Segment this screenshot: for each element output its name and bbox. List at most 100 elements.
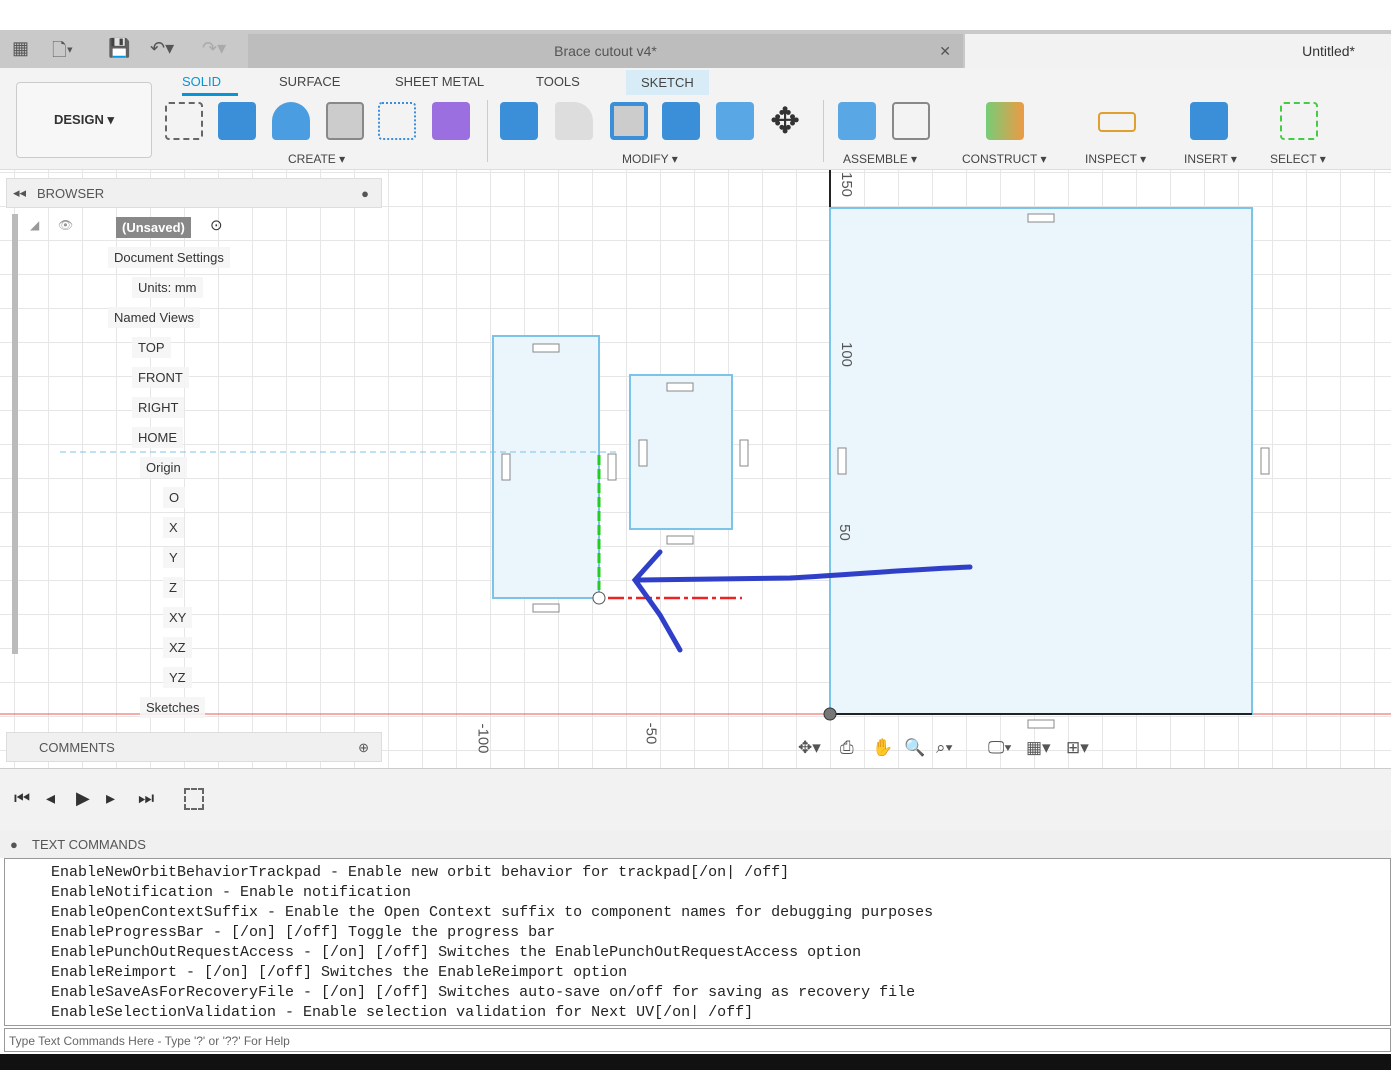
apps-grid-icon[interactable]: ▦ — [12, 38, 29, 59]
text-commands-output: EnableNewOrbitBehaviorTrackpad - Enable … — [4, 858, 1391, 1026]
add-comment-icon[interactable]: ⊕ — [358, 740, 369, 756]
browser-item-front[interactable]: FRONT — [132, 367, 189, 388]
insert-menu[interactable]: INSERT ▾ — [1184, 152, 1237, 166]
tab-surface[interactable]: SURFACE — [279, 74, 340, 89]
combine-icon[interactable] — [662, 102, 700, 140]
timeline — [0, 768, 1391, 830]
create-sketch-icon[interactable] — [165, 102, 203, 140]
browser-item-z[interactable]: Z — [163, 577, 183, 598]
workspace-dropdown[interactable]: DESIGN ▾ — [16, 82, 152, 158]
extrude-icon[interactable] — [218, 102, 256, 140]
browser-root[interactable]: (Unsaved) — [116, 217, 191, 238]
assemble-menu[interactable]: ASSEMBLE ▾ — [843, 152, 917, 166]
browser-item-x[interactable]: X — [163, 517, 184, 538]
grid-settings-icon[interactable]: ▦▾ — [1026, 738, 1051, 758]
divider — [823, 100, 824, 162]
tab-sheet-metal[interactable]: SHEET METAL — [395, 74, 484, 89]
go-to-start-icon[interactable]: ⏮ — [14, 788, 30, 809]
hole-icon[interactable] — [326, 102, 364, 140]
play-icon[interactable]: ▶ — [76, 788, 90, 809]
shell-icon[interactable] — [610, 102, 648, 140]
fillet-icon[interactable] — [555, 102, 593, 140]
pan-icon[interactable]: ✋ — [872, 738, 893, 758]
create-form-icon[interactable] — [432, 102, 470, 140]
zoom-icon[interactable]: 🔍 — [904, 738, 925, 758]
large-sketch-rect — [829, 207, 1253, 715]
pin-icon[interactable]: ● — [361, 186, 369, 201]
sketch-point — [592, 591, 606, 605]
activate-icon[interactable]: ⊙ — [210, 216, 223, 234]
look-at-icon[interactable]: ⎙ — [840, 738, 854, 758]
document-tab[interactable]: Brace cutout v4* ✕ — [248, 34, 963, 68]
move-icon[interactable]: ✥ — [770, 100, 800, 142]
browser-item-document-settings[interactable]: Document Settings — [108, 247, 230, 268]
browser-scrollbar[interactable] — [12, 214, 18, 654]
offset-face-icon[interactable] — [716, 102, 754, 140]
revolve-icon[interactable] — [272, 102, 310, 140]
browser-item-named-views[interactable]: Named Views — [108, 307, 200, 328]
browser-item-top[interactable]: TOP — [132, 337, 171, 358]
create-menu[interactable]: CREATE ▾ — [288, 152, 345, 166]
browser-item-y[interactable]: Y — [163, 547, 184, 568]
close-icon[interactable]: ✕ — [939, 43, 951, 60]
go-to-end-icon[interactable]: ⏭ — [138, 788, 154, 809]
browser-item-right[interactable]: RIGHT — [132, 397, 185, 418]
redo-icon[interactable]: ↷▾ — [202, 38, 226, 59]
comments-title: COMMENTS — [39, 740, 115, 755]
collapse-icon[interactable]: ● — [10, 837, 18, 852]
output-line: EnableReimport - [/on] [/off] Switches t… — [51, 964, 628, 981]
collapse-icon[interactable]: ◂◂ — [13, 185, 26, 201]
tab-solid[interactable]: SOLID — [182, 74, 238, 96]
browser-item-origin[interactable]: Origin — [140, 457, 187, 478]
select-icon[interactable] — [1280, 102, 1318, 140]
browser-item-home[interactable]: HOME — [132, 427, 183, 448]
file-menu-icon[interactable]: 🗋▾ — [52, 38, 73, 68]
undo-icon[interactable]: ↶▾ — [150, 38, 174, 59]
offset-plane-icon[interactable] — [986, 102, 1024, 140]
output-line: EnableProgressBar - [/on] [/off] Toggle … — [51, 924, 556, 941]
select-menu[interactable]: SELECT ▾ — [1270, 152, 1326, 166]
output-line: EnablePunchOutRequestAccess - [/on] [/of… — [51, 944, 862, 961]
output-line: EnableNotification - Enable notification — [51, 884, 412, 901]
timeline-sketch-feature-icon[interactable] — [184, 788, 204, 810]
output-line: EnableNewOrbitBehaviorTrackpad - Enable … — [51, 864, 790, 881]
text-command-input[interactable]: Type Text Commands Here - Type '?' or '?… — [4, 1028, 1391, 1052]
divider — [487, 100, 488, 162]
output-line: EnableSelectionValidation - Enable selec… — [51, 1004, 754, 1021]
display-settings-icon[interactable]: 🖵▾ — [988, 738, 1012, 758]
browser-item-xz[interactable]: XZ — [163, 637, 192, 658]
browser-item-xy[interactable]: XY — [163, 607, 193, 628]
eye-icon[interactable]: 👁 — [58, 218, 73, 232]
text-commands-title: TEXT COMMANDS — [32, 837, 146, 852]
axis-label-50: 50 — [835, 524, 853, 541]
pattern-icon[interactable] — [378, 102, 416, 140]
construct-menu[interactable]: CONSTRUCT ▾ — [962, 152, 1046, 166]
expand-icon[interactable]: ◢ — [30, 218, 39, 232]
viewports-icon[interactable]: ⊞▾ — [1066, 738, 1089, 758]
tab-sketch[interactable]: SKETCH — [626, 70, 709, 95]
modify-menu[interactable]: MODIFY ▾ — [622, 152, 678, 166]
text-commands-header[interactable]: ● TEXT COMMANDS — [0, 830, 1391, 858]
insert-image-icon[interactable] — [1190, 102, 1228, 140]
press-pull-icon[interactable] — [500, 102, 538, 140]
taskbar-strip — [0, 1054, 1391, 1070]
output-line: EnableSaveAsForRecoveryFile - [/on] [/of… — [51, 984, 916, 1001]
tab-tools[interactable]: TOOLS — [536, 74, 580, 89]
comments-panel[interactable]: COMMENTS ⊕ — [6, 732, 382, 762]
joint-icon[interactable] — [892, 102, 930, 140]
save-icon[interactable]: 💾 — [108, 38, 130, 59]
step-forward-icon[interactable]: ▸ — [106, 788, 115, 809]
browser-item-sketches[interactable]: Sketches — [140, 697, 206, 718]
browser-panel-header[interactable]: ◂◂ BROWSER ● — [6, 178, 382, 208]
fit-icon[interactable]: ⌕▾ — [936, 738, 953, 758]
orbit-icon[interactable]: ✥▾ — [798, 738, 821, 758]
browser-item-units[interactable]: Units: mm — [132, 277, 203, 298]
untitled-tab[interactable]: Untitled* — [965, 34, 1391, 68]
step-back-icon[interactable]: ◂ — [46, 788, 55, 809]
new-component-icon[interactable] — [838, 102, 876, 140]
browser-item-yz[interactable]: YZ — [163, 667, 192, 688]
inspect-menu[interactable]: INSPECT ▾ — [1085, 152, 1146, 166]
measure-icon[interactable] — [1098, 112, 1136, 132]
untitled-tab-label: Untitled* — [1302, 43, 1355, 59]
browser-item-o[interactable]: O — [163, 487, 186, 508]
